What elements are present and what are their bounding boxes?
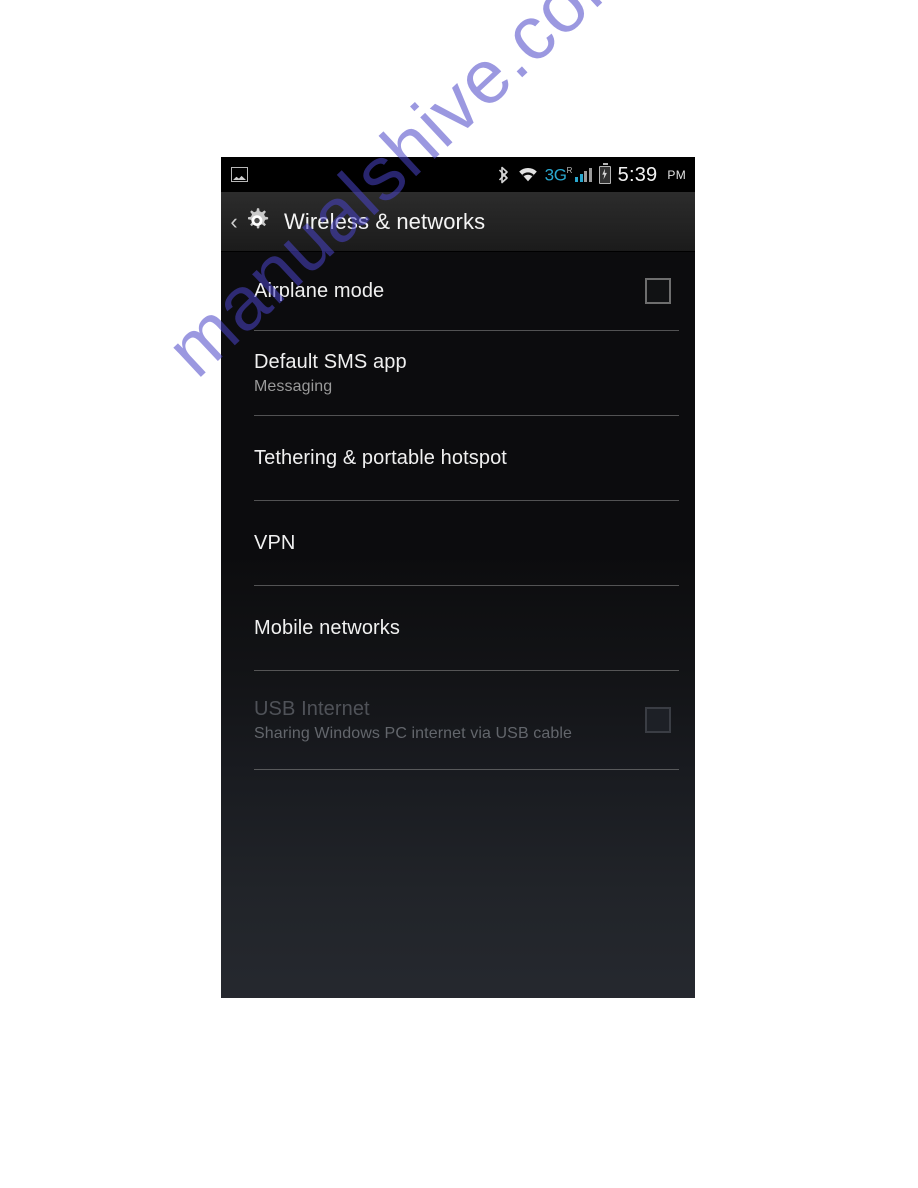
bluetooth-icon xyxy=(498,166,511,184)
page-title: Wireless & networks xyxy=(284,208,486,234)
wifi-icon xyxy=(518,167,538,182)
network-type-indicator: 3GR xyxy=(545,163,573,184)
status-bar-notifications xyxy=(231,167,248,182)
battery-charging-icon xyxy=(598,162,611,184)
setting-text-vpn: VPN xyxy=(254,531,671,555)
status-bar-system-icons: 3GR 5:39 PM xyxy=(498,162,686,186)
setting-text-mobile-networks: Mobile networks xyxy=(254,616,671,640)
setting-title: Mobile networks xyxy=(254,617,401,639)
setting-text-airplane-mode: Airplane mode xyxy=(254,279,629,303)
setting-text-default-sms-app: Default SMS app Messaging xyxy=(254,350,671,397)
settings-gear-icon[interactable] xyxy=(240,205,274,239)
setting-subtitle: Sharing Windows PC internet via USB cabl… xyxy=(254,724,573,742)
setting-title: Tethering & portable hotspot xyxy=(254,447,507,469)
setting-title: Default SMS app xyxy=(254,350,407,373)
document-page: 3GR 5:39 PM ‹ Wireless & networks Airpla… xyxy=(0,0,918,1188)
network-type-label: 3G xyxy=(544,165,567,185)
action-bar: ‹ Wireless & networks xyxy=(221,192,695,252)
setting-row-tethering-portable-hotspot[interactable]: Tethering & portable hotspot xyxy=(221,416,695,500)
status-bar-clock: 5:39 xyxy=(617,163,658,186)
setting-title: Airplane mode xyxy=(254,280,385,302)
phone-screenshot: 3GR 5:39 PM ‹ Wireless & networks Airpla… xyxy=(221,157,695,998)
setting-text-usb-internet: USB Internet Sharing Windows PC internet… xyxy=(254,697,629,744)
roaming-indicator: R xyxy=(566,166,573,176)
setting-row-default-sms-app[interactable]: Default SMS app Messaging xyxy=(221,331,695,415)
setting-text-tethering-portable-hotspot: Tethering & portable hotspot xyxy=(254,446,671,470)
status-bar-ampm: PM xyxy=(667,167,686,182)
setting-title: USB Internet xyxy=(254,697,370,720)
list-divider xyxy=(254,769,679,770)
airplane-mode-checkbox[interactable] xyxy=(645,278,671,304)
setting-row-airplane-mode[interactable]: Airplane mode xyxy=(221,252,695,330)
setting-subtitle: Messaging xyxy=(254,377,333,395)
status-bar: 3GR 5:39 PM xyxy=(221,157,695,192)
picture-icon xyxy=(231,167,248,182)
back-chevron-icon[interactable]: ‹ xyxy=(227,210,241,233)
setting-row-vpn[interactable]: VPN xyxy=(221,501,695,585)
usb-internet-checkbox xyxy=(645,707,671,733)
setting-row-usb-internet: USB Internet Sharing Windows PC internet… xyxy=(221,671,695,769)
setting-row-mobile-networks[interactable]: Mobile networks xyxy=(221,586,695,670)
setting-title: VPN xyxy=(254,532,296,554)
settings-list: Airplane mode Default SMS app Messaging … xyxy=(221,252,695,998)
signal-bars-icon xyxy=(575,167,592,182)
